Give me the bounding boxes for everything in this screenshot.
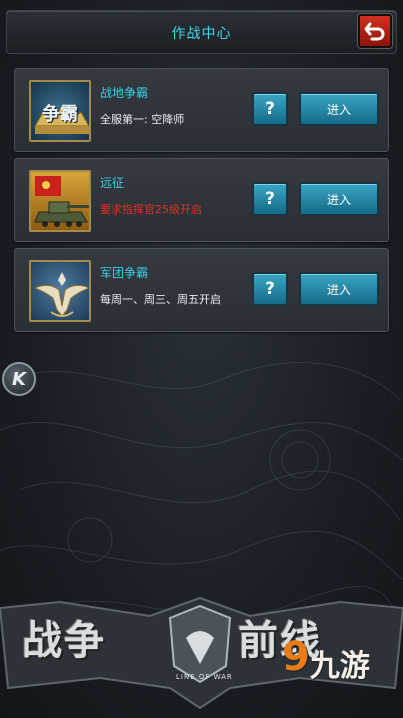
logo-subtitle: LINE OF WAR xyxy=(176,673,233,681)
tank-icon xyxy=(34,176,89,227)
floating-button-label: K xyxy=(12,368,26,390)
card-title: 军团争霸 xyxy=(100,266,149,280)
back-button[interactable] xyxy=(358,14,392,48)
card-subtitle: 每周一、周三、周五开启 xyxy=(100,293,221,306)
watermark-nine: 9 xyxy=(282,634,310,680)
enter-button[interactable]: 进入 xyxy=(300,183,378,215)
logo-text-left: 战争 xyxy=(22,617,106,664)
header-bar: 作战中心 xyxy=(6,10,397,54)
floating-assistant-button[interactable]: K xyxy=(2,362,36,396)
battlefield-emblem: 争霸 xyxy=(29,80,91,142)
help-button[interactable]: ? xyxy=(253,273,287,305)
enter-button[interactable]: 进入 xyxy=(300,273,378,305)
watermark: 9九游 xyxy=(282,634,370,686)
enter-button[interactable]: 进入 xyxy=(300,93,378,125)
help-button[interactable]: ? xyxy=(253,183,287,215)
help-button[interactable]: ? xyxy=(253,93,287,125)
mode-card-battlefield: 争霸 战地争霸 全服第一: 空降师 ? 进入 xyxy=(14,68,389,152)
eagle-icon xyxy=(33,272,89,317)
expedition-emblem xyxy=(29,170,91,232)
emblem-label: 争霸 xyxy=(42,104,78,125)
card-title: 战地争霸 xyxy=(100,86,149,100)
watermark-text: 九游 xyxy=(309,649,370,684)
game-logo: 战争 前线 LINE OF WAR 9九游 xyxy=(0,578,403,718)
mode-card-expedition: 远征 要求指挥官25级开启 ? 进入 xyxy=(14,158,389,242)
card-subtitle: 要求指挥官25级开启 xyxy=(100,203,202,216)
card-subtitle: 全服第一: 空降师 xyxy=(100,113,185,126)
legion-emblem xyxy=(29,260,91,322)
mode-card-legion: 军团争霸 每周一、周三、周五开启 ? 进入 xyxy=(14,248,389,332)
page-title: 作战中心 xyxy=(171,26,232,42)
card-title: 远征 xyxy=(100,176,125,190)
return-icon xyxy=(364,22,385,41)
